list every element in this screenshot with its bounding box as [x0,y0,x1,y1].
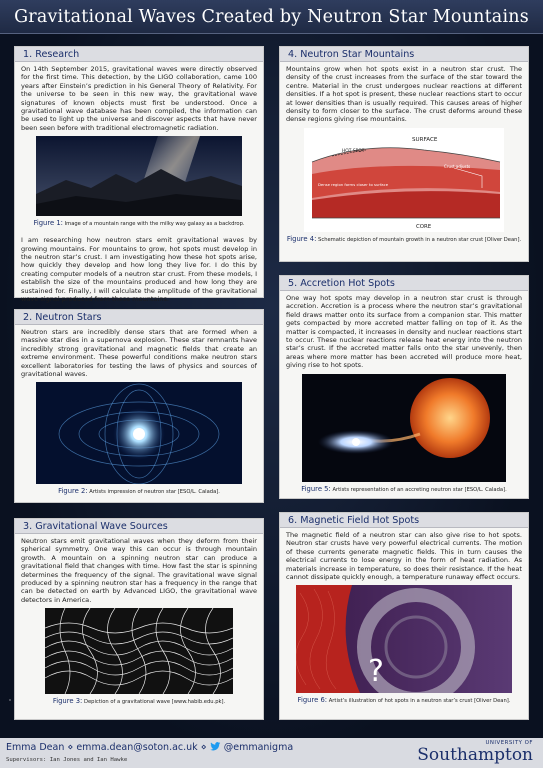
supervisors: Supervisors: Ian Jones and Ian Hawke [6,757,128,763]
author-line: Emma Dean ⋄ emma.dean@soton.ac.uk ⋄ @emm… [6,742,293,753]
figure-label: Figure 6: [297,696,328,705]
magnetic-hotspot-image: ? [296,585,512,694]
panel-neutron-stars: 2. Neutron Stars Neutron stars are incre… [14,309,264,503]
twitter-handle[interactable]: @emmanigma [224,742,293,753]
diagram-dense-label: Dense region forms closer to surface [318,182,389,187]
diagram-core-label: CORE [416,224,432,230]
panel-heading: 4. Neutron Star Mountains [280,47,528,62]
gravitational-wave-image [45,608,233,695]
figure-caption: Schematic depiction of mountain growth i… [318,236,522,243]
paragraph: On 14th September 2015, gravitational wa… [21,65,257,132]
accreting-star-image [302,373,506,482]
paragraph: One way hot spots may develop in a neutr… [286,294,522,370]
twitter-icon [209,742,221,751]
figure-label: Figure 1: [33,219,63,228]
author-contact[interactable]: Emma Dean ⋄ emma.dean@soton.ac.uk ⋄ [6,742,207,753]
footer: Emma Dean ⋄ emma.dean@soton.ac.uk ⋄ @emm… [0,738,543,768]
figure-label: Figure 3: [52,697,83,706]
title-bar: Gravitational Waves Created by Neutron S… [0,0,543,34]
diagram-crust-label: Crust adjusts [444,164,470,169]
diagram-hotspot-label: HOT SPOT [342,148,365,154]
paragraph: The magnetic field of a neutron star can… [286,531,522,582]
mountain-milkyway-image [36,136,242,217]
panel-magnetic: 6. Magnetic Field Hot Spots The magnetic… [279,512,529,720]
question-mark-icon: ? [368,654,384,689]
panel-heading: 5. Accretion Hot Spots [280,276,528,291]
figure-caption: Image of a mountain range with the milky… [64,221,245,228]
university-logo: UNIVERSITY OF Southampton [417,740,533,766]
panel-mountains: 4. Neutron Star Mountains Mountains grow… [279,46,529,262]
paragraph: Neutron stars emit gravitational waves w… [21,537,257,604]
panel-heading: 3. Gravitational Wave Sources [15,519,263,534]
figure-label: Figure 4: [286,234,317,243]
paragraph: Neutron stars are incredibly dense stars… [21,328,257,379]
figure-caption: Artists impression of neutron star [ESO/… [89,489,220,496]
neutron-star-image [36,382,242,485]
panel-gw-sources: 3. Gravitational Wave Sources Neutron st… [14,518,264,720]
panel-research: 1. Research On 14th September 2015, grav… [14,46,264,303]
figure-caption: Depiction of a gravitational wave [www.h… [84,699,226,706]
poster-title: Gravitational Waves Created by Neutron S… [14,7,529,27]
figure-caption: Artists representation of an accreting n… [332,486,507,493]
figure-label: Figure 2: [58,487,88,496]
panel-accretion: 5. Accretion Hot Spots One way hot spots… [279,275,529,499]
panel-heading: 6. Magnetic Field Hot Spots [280,513,528,528]
paragraph: Mountains grow when hot spots exist in a… [286,65,522,124]
panel-heading: 2. Neutron Stars [15,310,263,325]
paragraph: I am researching how neutron stars emit … [21,236,257,304]
figure-caption: Artist’s illustration of hot spots in a … [328,698,511,705]
figure-label: Figure 5: [301,484,331,493]
panel-heading: 1. Research [15,47,263,62]
logo-main-text: Southampton [417,745,533,765]
mountain-growth-diagram: SURFACE HOT SPOT Crust adjusts Dense reg… [304,127,504,232]
diagram-surface-label: SURFACE [412,137,438,143]
